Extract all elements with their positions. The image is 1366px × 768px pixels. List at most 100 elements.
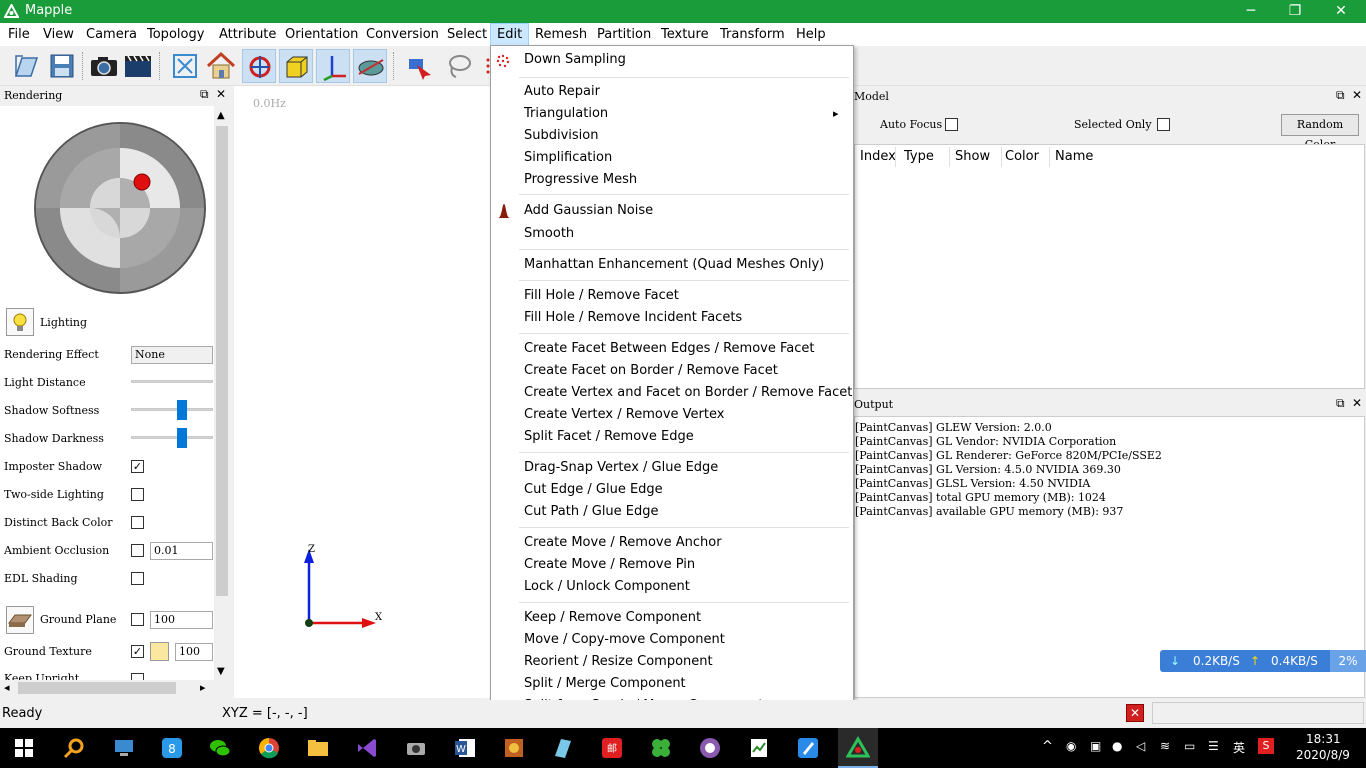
keep-upright-checkbox[interactable] (131, 673, 144, 680)
home-icon[interactable] (204, 49, 238, 83)
auto-focus-checkbox[interactable] (945, 118, 958, 131)
rendering-effect-select[interactable]: None (131, 346, 213, 364)
light-direction-sphere[interactable] (30, 120, 210, 296)
app-store-icon[interactable]: 8 (160, 736, 184, 760)
windows-start-icon[interactable] (12, 736, 36, 760)
clock-time[interactable]: 18:31 (1306, 732, 1341, 746)
scroll-right-icon[interactable]: ▸ (200, 681, 206, 694)
ground-texture-input[interactable]: 100 (175, 643, 213, 661)
vscroll-thumb[interactable] (216, 126, 228, 596)
menu-item-create-facet-between-edges[interactable]: Create Facet Between Edges / Remove Face… (524, 339, 814, 359)
menu-item-triangulation[interactable]: Triangulation (524, 104, 608, 124)
menu-view[interactable]: View (37, 23, 80, 46)
close-icon[interactable]: ✕ (216, 87, 226, 101)
mail-app-icon[interactable]: 邮 (600, 736, 624, 760)
menu-help[interactable]: Help (790, 23, 832, 46)
shadow-softness-handle[interactable] (177, 400, 187, 420)
menu-item-create-vertex-and-facet-on-border[interactable]: Create Vertex and Facet on Border / Remo… (524, 383, 852, 403)
camera-app-icon[interactable] (404, 736, 428, 760)
shadow-darkness-slider[interactable] (131, 436, 213, 439)
sogou-ime-icon[interactable]: S (1258, 738, 1274, 754)
menu-item-create-move-remove-pin[interactable]: Create Move / Remove Pin (524, 555, 695, 575)
mapple-taskbar-button[interactable] (838, 728, 878, 768)
wechat-icon[interactable] (208, 736, 232, 760)
rendering-vscrollbar[interactable]: ▲ ▼ (214, 106, 230, 684)
menu-remesh[interactable]: Remesh (529, 23, 593, 46)
menu-item-smooth[interactable]: Smooth (524, 224, 574, 244)
open-icon[interactable] (10, 49, 44, 83)
hscroll-thumb[interactable] (18, 682, 176, 694)
rotate-icon[interactable] (242, 49, 276, 83)
fit-view-icon[interactable] (168, 49, 202, 83)
menu-item-add-gaussian-noise[interactable]: Add Gaussian Noise (524, 201, 653, 221)
clover-icon[interactable] (649, 736, 673, 760)
menu-item-keep-remove-component[interactable]: Keep / Remove Component (524, 608, 701, 628)
clipping-plane-icon[interactable] (353, 49, 387, 83)
word-icon[interactable]: W (453, 736, 477, 760)
distinct-back-color-checkbox[interactable] (131, 516, 144, 529)
menu-edit[interactable]: Edit (490, 23, 530, 46)
light-distance-slider[interactable] (131, 380, 213, 383)
visual-studio-icon[interactable] (355, 736, 379, 760)
camera-icon[interactable] (87, 49, 121, 83)
close-icon[interactable]: ✕ (1352, 396, 1362, 410)
notification-icon[interactable]: ☰ (1208, 739, 1219, 753)
save-icon[interactable] (45, 49, 79, 83)
record-video-icon[interactable] (121, 49, 155, 83)
restore-button[interactable]: ❐ (1272, 0, 1318, 23)
two-side-lighting-checkbox[interactable] (131, 488, 144, 501)
float-icon[interactable]: ⧉ (200, 87, 209, 102)
scroll-down-icon[interactable]: ▼ (217, 666, 225, 677)
menu-item-progressive-mesh[interactable]: Progressive Mesh (524, 170, 637, 190)
battery-icon[interactable]: ▭ (1184, 739, 1195, 753)
rendering-hscrollbar[interactable]: ◂ ▸ (0, 680, 214, 696)
menu-item-reorient-resize-component[interactable]: Reorient / Resize Component (524, 652, 713, 672)
menu-item-cut-path[interactable]: Cut Path / Glue Edge (524, 502, 659, 522)
menu-orientation[interactable]: Orientation (279, 23, 364, 46)
ambient-occlusion-input[interactable]: 0.01 (150, 542, 213, 560)
menu-item-auto-repair[interactable]: Auto Repair (524, 82, 600, 102)
menu-item-split-facet[interactable]: Split Facet / Remove Edge (524, 427, 694, 447)
menu-item-fill-hole-remove-facet[interactable]: Fill Hole / Remove Facet (524, 286, 679, 306)
menu-item-move-copy-component[interactable]: Move / Copy-move Component (524, 630, 725, 650)
viewer-canvas[interactable]: 0.0Hz Z X (234, 86, 490, 698)
ambient-occlusion-checkbox[interactable] (131, 544, 144, 557)
ground-plane-checkbox[interactable] (131, 613, 144, 626)
cancel-icon[interactable]: ✕ (1126, 704, 1144, 722)
wifi-icon[interactable]: ≋ (1160, 739, 1170, 753)
menu-item-manhattan-enhancement[interactable]: Manhattan Enhancement (Quad Meshes Only) (524, 255, 824, 275)
menu-camera[interactable]: Camera (80, 23, 143, 46)
tray-app-icon[interactable]: ▣ (1090, 739, 1101, 753)
float-icon[interactable]: ⧉ (1336, 396, 1345, 411)
github-desktop-icon[interactable] (698, 736, 722, 760)
menu-conversion[interactable]: Conversion (360, 23, 445, 46)
clock-date[interactable]: 2020/8/9 (1296, 748, 1350, 762)
shadow-darkness-handle[interactable] (177, 428, 187, 448)
scroll-up-icon[interactable]: ▲ (217, 110, 225, 121)
close-icon[interactable]: ✕ (1352, 88, 1362, 102)
minimize-button[interactable]: ─ (1228, 0, 1274, 23)
menu-item-subdivision[interactable]: Subdivision (524, 126, 599, 146)
network-icon[interactable]: ◉ (1066, 739, 1076, 753)
menu-topology[interactable]: Topology (141, 23, 210, 46)
editor-icon[interactable] (796, 736, 820, 760)
lighting-button[interactable] (6, 308, 34, 336)
selected-only-checkbox[interactable] (1157, 118, 1170, 131)
ground-plane-button[interactable] (6, 606, 34, 634)
spreadsheet-icon[interactable] (747, 736, 771, 760)
float-icon[interactable]: ⧉ (1336, 88, 1345, 103)
menu-partition[interactable]: Partition (591, 23, 657, 46)
column-header-index[interactable]: Index (860, 149, 896, 164)
shadow-softness-slider[interactable] (131, 408, 213, 411)
menu-item-down-sampling[interactable]: Down Sampling (524, 50, 626, 70)
menu-texture[interactable]: Texture (655, 23, 715, 46)
menu-item-split-merge-component[interactable]: Split / Merge Component (524, 674, 686, 694)
menu-transform[interactable]: Transform (714, 23, 791, 46)
search-icon[interactable] (62, 736, 86, 760)
menu-item-lock-unlock-component[interactable]: Lock / Unlock Component (524, 577, 690, 597)
ground-texture-checkbox[interactable]: ✓ (131, 645, 144, 658)
menu-item-create-facet-on-border[interactable]: Create Facet on Border / Remove Facet (524, 361, 778, 381)
model-table[interactable]: Index Type Show Color Name (854, 144, 1365, 389)
notes-app-icon[interactable] (551, 736, 575, 760)
tray-expand-icon[interactable]: ^ (1042, 739, 1053, 754)
